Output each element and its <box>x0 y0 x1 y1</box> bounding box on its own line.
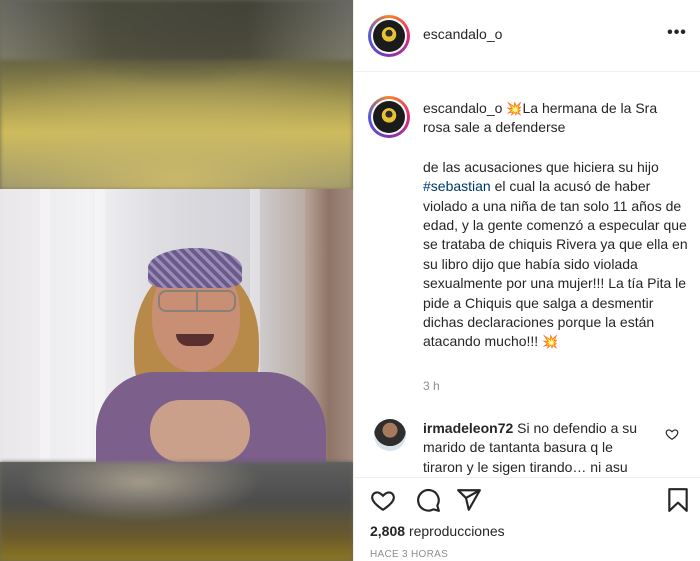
caption-avatar[interactable] <box>368 96 410 138</box>
comment-item: irmadeleon72 Si no defendio a su marido … <box>423 419 655 477</box>
person-mouth <box>176 334 214 346</box>
caption-username[interactable]: escandalo_o <box>423 100 502 116</box>
header-username[interactable]: escandalo_o <box>423 26 502 42</box>
more-icon[interactable]: ••• <box>665 22 689 46</box>
posted-time[interactable]: HACE 3 HORAS <box>370 549 448 560</box>
profile-logo-icon <box>373 101 405 133</box>
post-media[interactable] <box>0 0 353 561</box>
share-icon[interactable] <box>456 487 482 513</box>
commenter-avatar[interactable] <box>374 419 406 451</box>
person-bandana <box>148 248 242 288</box>
person-hands <box>150 400 250 462</box>
post-actions: 2,808 reproducciones HACE 3 HORAS <box>354 477 700 561</box>
caption-time[interactable]: 3 h <box>423 379 440 393</box>
media-blurred-bottom <box>0 462 353 561</box>
views-label: reproducciones <box>408 523 505 539</box>
profile-avatar[interactable] <box>368 15 410 57</box>
person-glasses <box>158 290 236 312</box>
views-count[interactable]: 2,808 reproducciones <box>370 523 505 539</box>
comment-username[interactable]: irmadeleon72 <box>423 420 513 436</box>
caption-area: escandalo_o 💥La hermana de la Sra rosa s… <box>354 73 700 477</box>
post-panel: escandalo_o ••• escandalo_o 💥La hermana … <box>353 0 700 561</box>
comment-icon[interactable] <box>415 487 441 513</box>
heart-icon[interactable] <box>370 487 396 513</box>
collision-emoji-icon: 💥 <box>506 101 523 116</box>
curtain-fold <box>40 189 50 462</box>
heart-outline-icon[interactable] <box>665 427 679 441</box>
hashtag-link[interactable]: #sebastian <box>423 178 491 194</box>
profile-logo-icon <box>373 20 405 52</box>
bookmark-icon[interactable] <box>665 487 691 513</box>
views-number: 2,808 <box>370 523 406 539</box>
media-blurred-top <box>0 0 353 190</box>
caption-text-rest: el cual la acusó de haber violado a una … <box>423 178 688 350</box>
post-caption: escandalo_o 💥La hermana de la Sra rosa s… <box>423 99 688 352</box>
post-header: escandalo_o ••• <box>354 0 700 72</box>
collision-emoji-icon: 💥 <box>542 334 559 350</box>
caption-text: de las acusaciones que hiciera su hijo <box>423 158 659 175</box>
